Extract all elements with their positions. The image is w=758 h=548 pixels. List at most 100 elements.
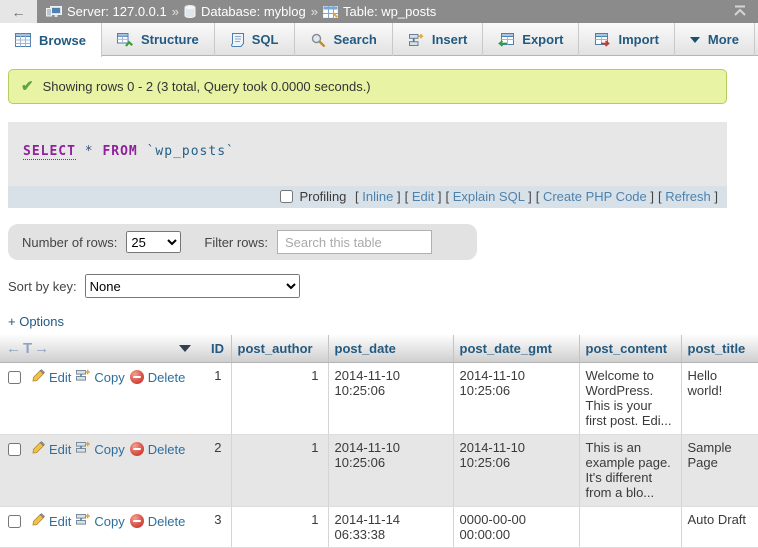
copy-row-link[interactable]: Copy	[76, 441, 124, 457]
edit-row-link[interactable]: Edit	[32, 441, 71, 457]
tab-insert[interactable]: Insert	[393, 23, 483, 56]
import-icon	[594, 33, 610, 47]
tab-label: Export	[522, 32, 563, 47]
table-row: Edit Copy Delete 3 1 2014-11-14 06:33:38…	[0, 507, 758, 548]
tab-label: Import	[618, 32, 658, 47]
back-button[interactable]: ←	[0, 0, 37, 23]
copy-row-link[interactable]: Copy	[76, 369, 124, 385]
posts-table-body: Edit Copy Delete 1 1 2014-11-10 10:25:06…	[0, 363, 758, 548]
tab-search[interactable]: Search	[295, 23, 393, 56]
cell-post-date-gmt: 0000-00-00 00:00:00	[453, 507, 579, 548]
cell-post-title: Sample Page	[681, 435, 758, 507]
chevron-down-icon	[690, 37, 700, 43]
cell-post-date: 2014-11-14 06:33:38	[328, 507, 453, 548]
posts-table: ←T→ ID post_author post_date post_date_g…	[0, 335, 758, 548]
inline-link[interactable]: Inline	[355, 189, 401, 204]
copy-row-icon	[76, 369, 90, 385]
table-header-row: ←T→ ID post_author post_date post_date_g…	[0, 335, 758, 363]
tab-browse[interactable]: Browse	[0, 23, 102, 57]
collapse-topbar-button[interactable]	[722, 4, 758, 19]
row-checkbox[interactable]	[8, 371, 21, 384]
cell-post-title: Hello world!	[681, 363, 758, 435]
delete-icon	[130, 442, 144, 456]
edit-row-link[interactable]: Edit	[32, 369, 71, 385]
refresh-link[interactable]: Refresh	[658, 189, 718, 204]
row-actions-cell: Edit Copy Delete	[0, 363, 205, 435]
table-icon	[323, 6, 338, 18]
column-header-post-author[interactable]: post_author	[231, 335, 328, 363]
copy-row-link[interactable]: Copy	[76, 513, 124, 529]
cell-post-date-gmt: 2014-11-10 10:25:06	[453, 435, 579, 507]
table-row: Edit Copy Delete 1 1 2014-11-10 10:25:06…	[0, 363, 758, 435]
sql-query-panel: SELECT * FROM `wp_posts` Profiling Inlin…	[8, 122, 727, 208]
edit-query-link[interactable]: Edit	[405, 189, 442, 204]
breadcrumb-separator: »	[172, 4, 179, 19]
tab-more[interactable]: More	[675, 23, 755, 56]
options-toggle-link[interactable]: + Options	[8, 314, 64, 329]
sort-by-key-select[interactable]: None	[85, 274, 300, 298]
actions-column-header: ←T→	[0, 335, 205, 363]
cell-post-content: This is an example page. It's different …	[579, 435, 681, 507]
cell-post-title: Auto Draft	[681, 507, 758, 548]
breadcrumb-separator: »	[311, 4, 318, 19]
back-arrow-icon: ←	[12, 4, 26, 20]
tab-label: More	[708, 32, 739, 47]
tab-export[interactable]: Export	[483, 23, 579, 56]
row-actions-cell: Edit Copy Delete	[0, 507, 205, 548]
pencil-icon	[32, 513, 45, 529]
pencil-icon	[32, 369, 45, 385]
row-checkbox[interactable]	[8, 443, 21, 456]
status-message-text: Showing rows 0 - 2 (3 total, Query took …	[43, 79, 371, 94]
row-checkbox[interactable]	[8, 515, 21, 528]
delete-row-link[interactable]: Delete	[130, 370, 186, 385]
delete-row-link[interactable]: Delete	[130, 442, 186, 457]
copy-row-icon	[76, 513, 90, 529]
filter-rows-input[interactable]	[277, 230, 432, 254]
column-header-id[interactable]: ID	[205, 335, 231, 363]
tab-label: Structure	[141, 32, 199, 47]
pencil-icon	[32, 441, 45, 457]
server-icon	[46, 6, 62, 18]
cell-post-author: 1	[231, 363, 328, 435]
profiling-checkbox[interactable]	[280, 190, 293, 203]
breadcrumb: Server: 127.0.0.1 » Database: myblog » T…	[37, 4, 722, 19]
edit-row-link[interactable]: Edit	[32, 513, 71, 529]
sql-keyword-select: SELECT	[23, 144, 76, 160]
with-selected-dropdown-icon[interactable]	[179, 345, 191, 352]
breadcrumb-database[interactable]: Database: myblog	[201, 4, 306, 19]
sql-page-icon	[230, 33, 244, 47]
create-php-code-link[interactable]: Create PHP Code	[536, 189, 654, 204]
sql-table-identifier: `wp_posts`	[147, 144, 235, 159]
column-header-post-date[interactable]: post_date	[328, 335, 453, 363]
profiling-label: Profiling	[299, 189, 346, 204]
cell-post-author: 1	[231, 435, 328, 507]
explain-sql-link[interactable]: Explain SQL	[445, 189, 531, 204]
tab-structure[interactable]: Structure	[102, 23, 215, 56]
tab-import[interactable]: Import	[579, 23, 674, 56]
sort-row: Sort by key: None	[4, 274, 758, 298]
tab-sql[interactable]: SQL	[215, 23, 295, 56]
delete-icon	[130, 514, 144, 528]
row-controls: Number of rows: 25 Filter rows:	[8, 224, 477, 260]
table-row: Edit Copy Delete 2 1 2014-11-10 10:25:06…	[0, 435, 758, 507]
structure-icon	[117, 33, 133, 47]
profiling-bar: Profiling Inline Edit Explain SQL Create…	[8, 186, 727, 208]
breadcrumb-server[interactable]: Server: 127.0.0.1	[67, 4, 167, 19]
cell-id: 3	[205, 507, 231, 548]
column-header-post-date-gmt[interactable]: post_date_gmt	[453, 335, 579, 363]
export-icon	[498, 33, 514, 47]
row-actions-cell: Edit Copy Delete	[0, 435, 205, 507]
cell-post-date: 2014-11-10 10:25:06	[328, 435, 453, 507]
delete-row-link[interactable]: Delete	[130, 514, 186, 529]
breadcrumb-table[interactable]: Table: wp_posts	[343, 4, 436, 19]
cell-post-date-gmt: 2014-11-10 10:25:06	[453, 363, 579, 435]
column-header-post-title[interactable]: post_title	[681, 335, 758, 363]
column-header-post-content[interactable]: post_content	[579, 335, 681, 363]
sort-by-key-label: Sort by key:	[8, 279, 77, 294]
number-of-rows-label: Number of rows:	[22, 235, 117, 250]
topbar: ← Server: 127.0.0.1 » Database: myblog »…	[0, 0, 758, 23]
number-of-rows-select[interactable]: 25	[126, 231, 181, 253]
insert-row-icon	[408, 33, 424, 47]
column-swap-widget[interactable]: ←T→	[6, 340, 51, 357]
cell-post-date: 2014-11-10 10:25:06	[328, 363, 453, 435]
